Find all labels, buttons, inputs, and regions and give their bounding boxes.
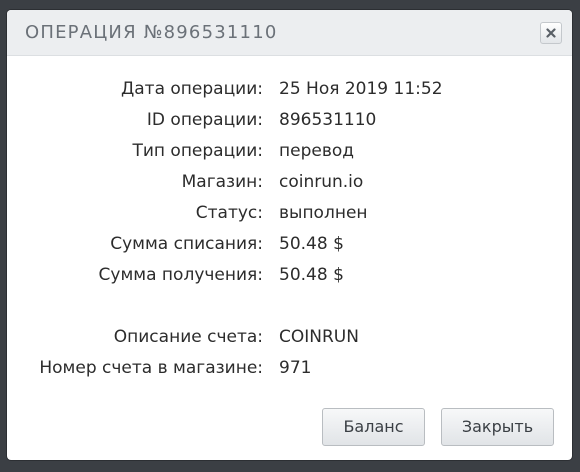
detail-row-type: Тип операции: перевод — [7, 138, 572, 169]
dialog-title: ОПЕРАЦИЯ №896531110 — [25, 22, 278, 43]
date-value: 25 Ноя 2019 11:52 — [279, 79, 443, 99]
detail-row-date: Дата операции: 25 Ноя 2019 11:52 — [7, 76, 572, 107]
detail-row-invoice-number: Номер счета в магазине: 971 — [7, 355, 572, 386]
dialog-titlebar: ОПЕРАЦИЯ №896531110 — [7, 10, 572, 56]
shop-label: Магазин: — [181, 172, 263, 192]
id-value: 896531110 — [279, 110, 377, 130]
invoice-description-label: Описание счета: — [113, 327, 263, 347]
id-label: ID операции: — [146, 110, 263, 130]
detail-row-id: ID операции: 896531110 — [7, 107, 572, 138]
close-dialog-button[interactable]: Закрыть — [441, 408, 554, 446]
date-label: Дата операции: — [120, 79, 263, 99]
detail-row-debit: Сумма списания: 50.48 $ — [7, 231, 572, 262]
status-label: Статус: — [195, 203, 263, 223]
invoice-number-label: Номер счета в магазине: — [39, 358, 263, 378]
invoice-number-value: 971 — [279, 358, 312, 378]
balance-button[interactable]: Баланс — [322, 408, 425, 446]
operation-dialog: ОПЕРАЦИЯ №896531110 Дата операции: 25 Но… — [7, 10, 572, 460]
shop-value: coinrun.io — [279, 172, 364, 192]
operation-details: Дата операции: 25 Ноя 2019 11:52 ID опер… — [7, 76, 572, 386]
detail-row-invoice-description: Описание счета: COINRUN — [7, 324, 572, 355]
details-spacer — [7, 293, 572, 324]
detail-row-shop: Магазин: coinrun.io — [7, 169, 572, 200]
debit-value: 50.48 $ — [279, 234, 344, 254]
debit-label: Сумма списания: — [110, 234, 263, 254]
detail-row-status: Статус: выполнен — [7, 200, 572, 231]
credit-value: 50.48 $ — [279, 265, 344, 285]
credit-label: Сумма получения: — [98, 265, 263, 285]
type-value: перевод — [279, 141, 354, 161]
detail-row-credit: Сумма получения: 50.48 $ — [7, 262, 572, 293]
close-icon — [546, 28, 556, 38]
status-value: выполнен — [279, 203, 368, 223]
invoice-description-value: COINRUN — [279, 327, 359, 347]
close-button[interactable] — [540, 22, 562, 44]
type-label: Тип операции: — [132, 141, 263, 161]
